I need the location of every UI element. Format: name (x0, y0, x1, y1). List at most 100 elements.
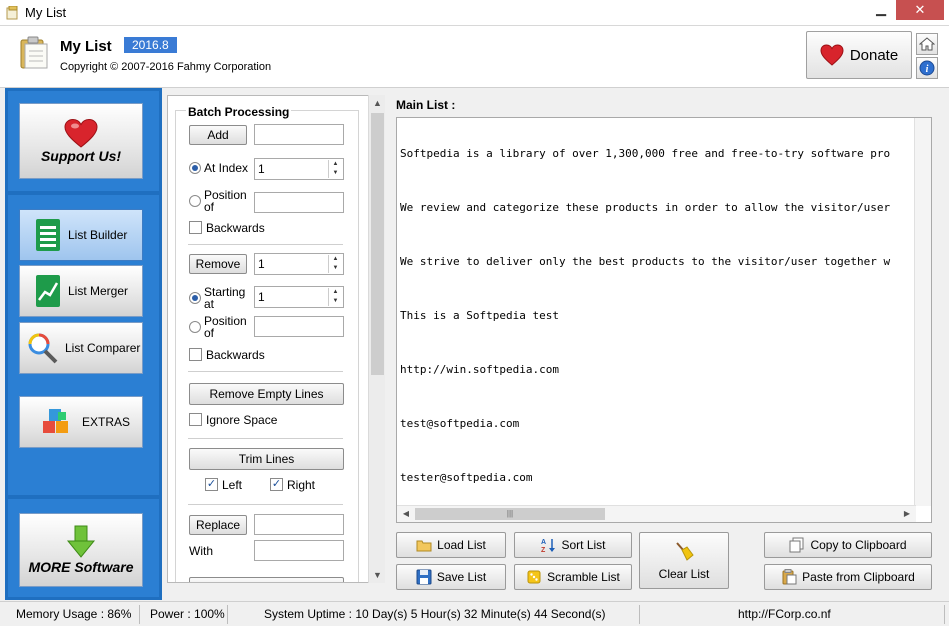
position-of-2-radio[interactable] (189, 321, 201, 333)
clipboard-logo-icon (20, 36, 48, 69)
ignore-space-checkbox[interactable] (189, 413, 202, 426)
scroll-thumb[interactable]: ||| (415, 508, 605, 520)
dice-icon (527, 570, 541, 584)
svg-text:A: A (541, 539, 546, 546)
sidebar-item-extras[interactable]: EXTRAS (19, 396, 143, 448)
batch-group-frame (175, 110, 359, 582)
separator (188, 244, 343, 245)
stepper-arrows-icon[interactable]: ▲ ▼ (328, 160, 342, 178)
memory-usage: Memory Usage : 86% (4, 605, 140, 624)
list-line: We review and categorize these products … (400, 201, 891, 214)
home-button[interactable] (916, 33, 938, 55)
load-list-label: Load List (437, 538, 486, 552)
trim-left-checkbox[interactable]: ✓ (205, 478, 218, 491)
remove-value: 1 (258, 257, 265, 271)
copy-icon (789, 537, 804, 553)
version-badge: 2016.8 (124, 37, 177, 53)
paste-from-clipboard-button[interactable]: Paste from Clipboard (764, 564, 932, 590)
paste-icon (782, 569, 797, 585)
backwards-checkbox[interactable] (189, 221, 202, 234)
title-bar: My List ▁ ✕ (0, 0, 949, 26)
add-button[interactable]: Add (189, 125, 247, 145)
remove-empty-lines-button[interactable]: Remove Empty Lines (189, 383, 344, 405)
more-software-button[interactable]: MORE Software (19, 513, 143, 587)
starting-at-stepper[interactable]: 1 ▲ ▼ (254, 286, 344, 308)
position-of-input[interactable] (254, 192, 344, 213)
sidebar-item-label: List Builder (68, 228, 128, 242)
copyright-text: Copyright © 2007-2016 Fahmy Corporation (60, 61, 272, 73)
batch-title: Batch Processing (186, 105, 292, 119)
info-button[interactable]: i (916, 57, 938, 79)
sort-az-icon: A Z (541, 539, 556, 553)
support-us-button[interactable]: Support Us! (19, 103, 143, 179)
donate-button[interactable]: Donate (806, 31, 912, 79)
spreadsheet-icon (36, 219, 60, 251)
scramble-list-label: Scramble List (547, 570, 620, 584)
main-list-editor[interactable]: Softpedia is a library of over 1,300,000… (396, 117, 932, 523)
replace-input[interactable] (254, 514, 344, 535)
starting-at-label: Starting at (204, 285, 246, 311)
sidebar-item-list-merger[interactable]: List Merger (19, 265, 143, 317)
scroll-down-icon[interactable]: ▼ (369, 567, 386, 583)
starting-at-value: 1 (258, 290, 265, 304)
trim-right-checkbox[interactable]: ✓ (270, 478, 283, 491)
download-arrow-icon (66, 525, 96, 558)
sidebar: Support Us! List Builder List Merger Lis… (5, 88, 162, 600)
chart-icon (36, 275, 60, 307)
copy-to-clipboard-label: Copy to Clipboard (810, 538, 907, 552)
trim-lines-button[interactable]: Trim Lines (189, 448, 344, 470)
sidebar-item-list-builder[interactable]: List Builder (19, 209, 143, 261)
sidebar-nav-panel: List Builder List Merger List Comparer E… (8, 195, 159, 495)
main-list-text[interactable]: Softpedia is a library of over 1,300,000… (400, 121, 914, 505)
app-icon (6, 6, 18, 20)
scroll-up-icon[interactable]: ▲ (369, 95, 386, 111)
heart-icon (820, 44, 844, 66)
position-of-2-input[interactable] (254, 316, 344, 337)
scramble-list-button[interactable]: Scramble List (514, 564, 632, 590)
sort-list-button[interactable]: A Z Sort List (514, 532, 632, 558)
editor-vertical-scrollbar[interactable] (914, 118, 931, 506)
trim-right-label: Right (287, 478, 316, 492)
ignore-space-label: Ignore Space (206, 413, 278, 427)
power-status: Power : 100% (140, 605, 228, 624)
backwards-2-label: Backwards (206, 348, 265, 362)
website-url[interactable]: http://FCorp.co.nf (640, 605, 945, 624)
scroll-right-icon[interactable]: ▶ (900, 506, 914, 522)
svg-text:Z: Z (541, 547, 546, 553)
support-label: Support Us! (40, 148, 122, 164)
load-list-button[interactable]: Load List (396, 532, 506, 558)
batch-scrollbar[interactable]: ▲ ▼ (368, 95, 385, 583)
with-input[interactable] (254, 540, 344, 561)
remove-stepper[interactable]: 1 ▲ ▼ (254, 253, 344, 275)
remove-button[interactable]: Remove (189, 254, 247, 274)
scroll-left-icon[interactable]: ◀ (399, 506, 413, 522)
clear-list-button[interactable]: Clear List (639, 532, 729, 589)
at-index-stepper[interactable]: 1 ▲ ▼ (254, 158, 344, 180)
save-list-button[interactable]: Save List (396, 564, 506, 590)
close-button[interactable]: ✕ (896, 0, 944, 20)
sort-list-label: Sort List (561, 538, 606, 552)
stepper-arrows-icon[interactable]: ▲ ▼ (328, 288, 342, 306)
stepper-arrows-icon[interactable]: ▲ ▼ (328, 255, 342, 273)
hidden-button[interactable] (189, 577, 344, 582)
copy-to-clipboard-button[interactable]: Copy to Clipboard (764, 532, 932, 558)
backwards-2-checkbox[interactable] (189, 348, 202, 361)
editor-horizontal-scrollbar[interactable]: ◀ ||| ▶ (397, 505, 916, 522)
main-list-label: Main List : (396, 98, 456, 112)
sidebar-item-label: List Merger (68, 284, 129, 298)
minimize-button[interactable]: ▁ (866, 0, 896, 20)
replace-button[interactable]: Replace (189, 515, 247, 535)
at-index-label: At Index (204, 161, 249, 175)
sidebar-item-label: EXTRAS (82, 415, 131, 429)
cubes-icon (43, 409, 68, 433)
scroll-thumb[interactable] (371, 113, 384, 375)
add-input[interactable] (254, 124, 344, 145)
sidebar-item-list-comparer[interactable]: List Comparer (19, 322, 143, 374)
at-index-radio[interactable] (189, 162, 201, 174)
position-of-2-label: Position of (204, 314, 247, 340)
batch-processing-panel: Batch Processing Add At Index 1 ▲ ▼ Posit… (167, 95, 385, 583)
starting-at-radio[interactable] (189, 292, 201, 304)
window-title: My List (25, 5, 67, 20)
info-icon: i (919, 60, 935, 76)
position-of-radio[interactable] (189, 195, 201, 207)
